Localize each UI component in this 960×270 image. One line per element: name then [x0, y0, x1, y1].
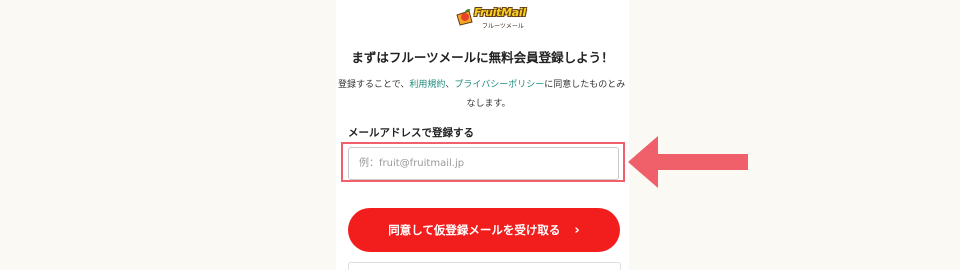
- submit-button-label: 同意して仮登録メールを受け取る: [388, 223, 561, 237]
- email-field-label: メールアドレスで登録する: [348, 127, 474, 139]
- left-arrow-icon: [628, 136, 748, 188]
- consent-line-1: 登録することで、利用規約、プライバシーポリシーに同意したものとみ: [336, 76, 629, 95]
- terms-link[interactable]: 利用規約: [409, 80, 445, 90]
- privacy-policy-link[interactable]: プライバシーポリシー: [454, 80, 544, 90]
- mobile-page: FruitMail フルーツメール まずはフルーツメールに無料会員登録しよう！ …: [336, 0, 629, 270]
- submit-register-button[interactable]: 同意して仮登録メールを受け取る ›: [348, 208, 620, 252]
- chevron-right-icon: ›: [574, 222, 580, 238]
- page-headline: まずはフルーツメールに無料会員登録しよう！: [351, 50, 614, 65]
- fruitmail-logo[interactable]: FruitMail フルーツメール: [454, 4, 526, 38]
- consent-line-2: なします。: [466, 99, 511, 109]
- logo-text: FruitMail: [474, 6, 526, 19]
- consent-text: 登録することで、利用規約、プライバシーポリシーに同意したものとみ なします。: [336, 76, 629, 114]
- next-section-edge: [348, 262, 621, 270]
- consent-prefix: 登録することで、: [338, 80, 410, 90]
- consent-suffix: に同意したものとみ: [544, 80, 626, 90]
- logo-subtext: フルーツメール: [482, 23, 524, 30]
- annotation-highlight-box: [341, 142, 625, 182]
- fruit-icon: [456, 9, 473, 26]
